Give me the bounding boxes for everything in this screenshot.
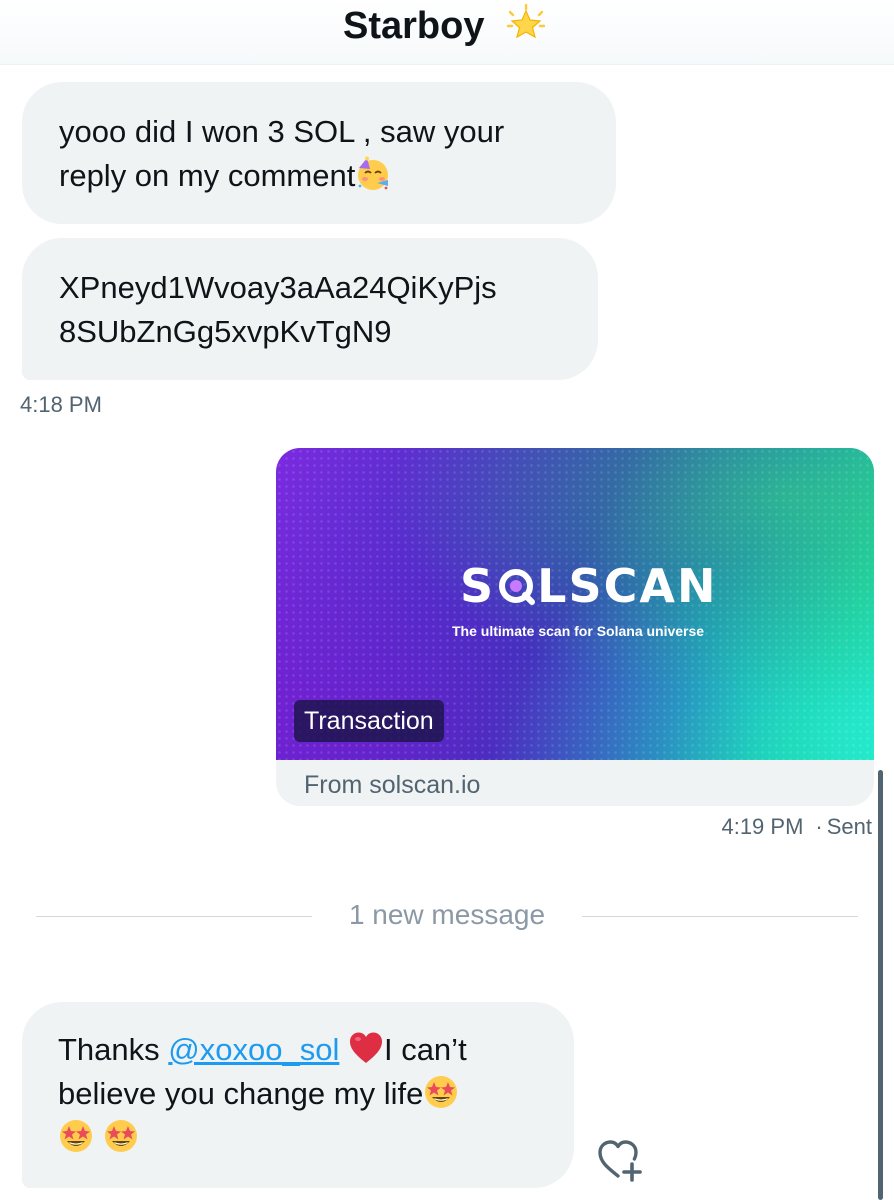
message-text-line: Thanks @xoxoo_sol I can’t [58,1028,544,1072]
star-struck-icon [425,1076,458,1108]
message-text: reply on my comment [59,158,356,193]
conversation-header: Starboy [0,0,894,65]
sent-status: 4:19 PM · Sent [721,814,872,840]
status-separator: · [815,814,823,839]
message-bubble-received[interactable]: yooo did I won 3 SOL , saw your reply on… [22,82,616,224]
message-bubble-received[interactable]: Thanks @xoxoo_sol I can’t believe you ch… [22,1002,574,1188]
divider-line-right [582,916,858,917]
glowing-star-icon [506,4,546,39]
transaction-badge: Transaction [294,700,444,742]
message-timestamp: 4:18 PM [20,392,102,417]
star-struck-icon [60,1120,92,1152]
dm-conversation: Starboy yooo did I won 3 SOL , saw your … [0,0,894,1200]
logo-letter: S [460,559,496,613]
new-message-label: 1 new message [348,899,546,930]
link-preview-card[interactable]: S LSCAN The ultimate scan for Solana uni… [276,448,874,806]
solscan-logo: S LSCAN [460,558,717,614]
divider-line-left [36,916,312,917]
partying-face-icon [358,156,389,190]
solscan-magnifier-icon [499,569,536,605]
add-reaction-heart-icon[interactable] [596,1136,644,1182]
sent-label: Sent [826,814,872,839]
link-preview-image[interactable]: S LSCAN The ultimate scan for Solana uni… [276,448,874,760]
wallet-address-line: 8SUbZnGg5xvpKvTgN9 [59,314,392,349]
logo-text: LSCAN [537,559,718,613]
conversation-title[interactable]: Starboy [343,2,484,50]
message-text-line: reply on my comment [59,154,578,198]
link-source[interactable]: From solscan.io [304,770,480,800]
emoji-line [58,1116,544,1160]
message-bubble-received[interactable]: XPneyd1Wvoay3aAa24QiKyPjs 8SUbZnGg5xvpKv… [22,238,598,380]
red-heart-icon [349,1032,382,1063]
wallet-address-line: XPneyd1Wvoay3aAa24QiKyPjs [59,270,497,305]
mention-link[interactable]: @xoxoo_sol [168,1032,339,1067]
new-message-divider: 1 new message [36,900,858,930]
message-text: I can’t [383,1032,467,1067]
message-text: Thanks [58,1032,169,1067]
scrollbar[interactable] [878,770,883,1200]
sent-time: 4:19 PM [721,814,804,839]
message-text-line: believe you change my life [58,1072,544,1116]
message-text-line: yooo did I won 3 SOL , saw your [59,114,505,149]
star-struck-icon [104,1120,137,1152]
solscan-tagline: The ultimate scan for Solana universe [452,623,705,639]
message-text: believe you change my life [58,1076,424,1111]
